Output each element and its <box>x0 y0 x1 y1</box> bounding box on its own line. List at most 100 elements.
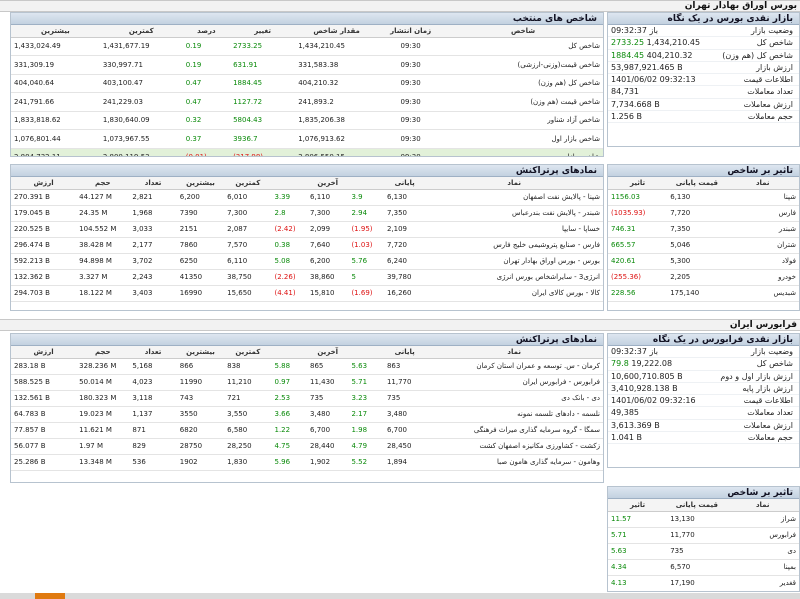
stat-value: 2733.25 1,434,210.45 <box>611 37 700 48</box>
impact-price: 2,205 <box>667 269 727 286</box>
table-row: شراز 13,130 11.57 <box>608 511 799 528</box>
symbol-name: کالا - بورس کالای ایران <box>425 285 603 302</box>
trade-volume: 104.552 M <box>76 221 130 238</box>
trade-value: 220.525 B <box>11 221 77 238</box>
impact-value: 1156.03 <box>608 189 668 206</box>
index-name: شاخص بازار دوم <box>443 148 603 156</box>
trade-value: 56.077 B <box>11 438 77 455</box>
impact-symbol: شتران <box>726 237 799 254</box>
symbol-name: دی - بانک دی <box>425 390 603 407</box>
table-row: وهامون - سرمایه گذاری هامون صبا 1,894 5.52… <box>11 454 603 471</box>
max-price: 16990 <box>176 285 225 302</box>
trade-volume: 94.898 M <box>76 253 130 270</box>
bourse-top-table: نماد پایانی آخرین کمترین بیشترین تعداد حجم ارزش… <box>11 177 603 302</box>
close-percent: 5.63 <box>348 358 384 375</box>
column-header: بیشترین <box>176 346 225 359</box>
column-header: کمترین <box>224 346 272 359</box>
last-percent: 4.75 <box>271 438 308 455</box>
index-time: 09:30 <box>378 92 444 112</box>
table-row: شاخص بازار دوم09:302,806,550.15(317.98)(… <box>11 148 603 156</box>
min-price: 1,830 <box>224 454 272 471</box>
stat-change: 1884.45 <box>611 50 645 60</box>
min-price: 15,650 <box>224 285 272 302</box>
index-change: 1127.72 <box>230 92 296 112</box>
trade-count: 2,821 <box>129 189 177 206</box>
column-header: نماد <box>726 177 799 190</box>
index-max: 2,804,732.11 <box>11 148 100 156</box>
close-price: 11,770 <box>383 374 426 391</box>
max-price: 743 <box>176 390 225 407</box>
stat-row: اطلاعات قیمت 1401/06/02 09:32:16 <box>608 395 799 408</box>
index-min: 330,997.71 <box>99 55 183 75</box>
impact-symbol: دی <box>726 543 799 560</box>
stat-row: اطلاعات قیمت 1401/06/02 09:32:13 <box>608 74 799 87</box>
trade-value: 179.045 B <box>11 205 77 222</box>
trade-count: 3,403 <box>129 285 177 302</box>
last-price: 6,200 <box>307 253 349 270</box>
trade-volume: 180.323 M <box>76 390 130 407</box>
trade-value: 64.783 B <box>11 406 77 423</box>
index-value: 1,835,206.38 <box>295 111 379 130</box>
symbol-name: سمگا - گروه سرمایه گذاری میراث فرهنگی <box>425 422 603 439</box>
column-header <box>271 346 308 359</box>
symbol-name: شپنا - پالایش نفت اصفهان <box>425 189 603 206</box>
close-percent: 5 <box>348 269 384 286</box>
index-percent: 0.19 <box>182 37 231 56</box>
column-header: آخرین <box>307 177 349 190</box>
last-price: 735 <box>307 390 349 407</box>
max-price: 6,200 <box>176 189 225 206</box>
last-percent: 2.8 <box>271 205 308 222</box>
last-price: 15,810 <box>307 285 349 302</box>
index-percent: 0.47 <box>182 74 231 93</box>
column-header: ارزش <box>11 346 77 359</box>
close-price: 735 <box>383 390 426 407</box>
last-price: 2,099 <box>307 221 349 238</box>
close-price: 16,260 <box>383 285 426 302</box>
impact-price: 6,570 <box>667 559 727 576</box>
max-price: 866 <box>176 358 225 375</box>
table-row: شاخص بازار اول 09:30 1,076,913.62 3936.7 0.3… <box>11 129 603 149</box>
trade-value: 588.525 B <box>11 374 77 391</box>
max-price: 41350 <box>176 269 225 286</box>
symbol-name: فرابورس - فرابورس ایران <box>425 374 603 391</box>
stat-value: 49,385 <box>611 408 639 418</box>
index-min: 2,800,119.53 <box>99 148 183 156</box>
table-row: شاخص قیمت(وزنی-ارزشی) 09:30 331,583.38 631.… <box>11 55 603 75</box>
last-price: 3,480 <box>307 406 349 423</box>
stat-value: 1401/06/02 09:32:13 <box>611 75 696 85</box>
table-row: خودرو 2,205 (255.36) <box>608 269 799 286</box>
table-row: شبندر 7,350 746.31 <box>608 221 799 238</box>
stat-index: 19,222.08 <box>631 359 673 369</box>
impact-symbol: شبدیس <box>726 285 799 302</box>
last-price: 7,640 <box>307 237 349 254</box>
last-percent: 3.39 <box>271 189 308 206</box>
impact-value: 4.34 <box>608 559 668 576</box>
stat-value: 53,987,921.465 B <box>611 62 683 72</box>
symbol-name: بورس - بورس اوراق بهادار تهران <box>425 253 603 270</box>
impact-value: (255.36) <box>608 269 668 286</box>
index-percent: 0.37 <box>182 129 231 149</box>
table-row: قغدیر 17,190 4.13 <box>608 575 799 591</box>
index-max: 1,833,818.62 <box>11 111 100 130</box>
index-min: 1,431,677.19 <box>99 37 183 56</box>
max-price: 28750 <box>176 438 225 455</box>
trade-volume: 1.97 M <box>76 438 130 455</box>
stat-value: 1.041 B <box>611 433 642 443</box>
index-max: 1,433,024.49 <box>11 37 100 56</box>
panel-header: نمادهای پرتراکنش <box>11 165 603 177</box>
index-change: 1884.45 <box>230 74 296 93</box>
stat-label: تعداد معاملات <box>747 87 793 97</box>
index-min: 1,073,967.55 <box>99 129 183 149</box>
index-change: 631.91 <box>230 55 296 75</box>
stat-label: ارزش بازار اول و دوم <box>720 371 793 381</box>
impact-value: 420.61 <box>608 253 668 270</box>
stat-row: وضعیت بازار باز 09:32:37 <box>608 25 799 38</box>
trade-volume: 19.023 M <box>76 406 130 423</box>
index-value: 331,583.38 <box>295 55 379 75</box>
fara-impact-table: نماد قیمت پایانی تاثیر شراز 13,130 11.57 فرابو… <box>608 499 799 591</box>
close-price: 6,700 <box>383 422 426 439</box>
min-price: 7,300 <box>224 205 272 222</box>
impact-price: 7,720 <box>667 205 727 222</box>
stat-row: ارزش بازار پایه 3,410,928.138 B <box>608 383 799 396</box>
column-header <box>348 177 384 190</box>
